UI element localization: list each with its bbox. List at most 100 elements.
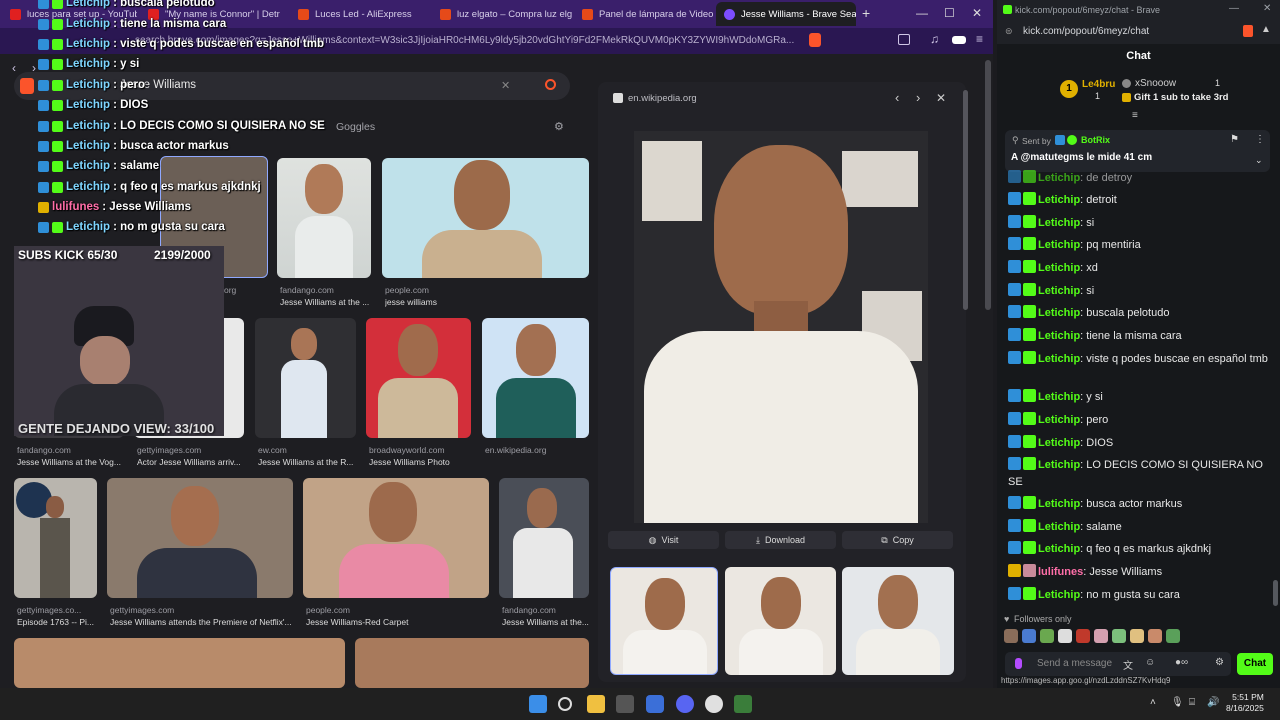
result-thumb[interactable] bbox=[14, 478, 97, 598]
clear-search-icon[interactable]: ✕ bbox=[501, 79, 510, 92]
media-icon[interactable]: ♫ bbox=[930, 32, 939, 46]
system-clock[interactable]: 5:51 PM 8/16/2025 bbox=[1226, 692, 1264, 714]
tray-chevron-icon[interactable]: ˄ bbox=[1150, 697, 1156, 708]
emote-icon[interactable] bbox=[1130, 629, 1144, 643]
preview-scrollbar[interactable] bbox=[963, 90, 968, 310]
badge-icon bbox=[1008, 389, 1021, 402]
more-options-icon[interactable]: ⋮ bbox=[1255, 134, 1265, 145]
unpin-icon[interactable]: ⚑ bbox=[1230, 134, 1239, 145]
result-thumb[interactable] bbox=[366, 318, 471, 438]
close-window-icon[interactable]: ✕ bbox=[1263, 3, 1271, 14]
result-thumb[interactable] bbox=[355, 638, 589, 688]
store-icon[interactable] bbox=[616, 695, 634, 713]
emote-icon[interactable] bbox=[1004, 629, 1018, 643]
search-icon[interactable] bbox=[545, 79, 556, 90]
emote-icon[interactable] bbox=[1040, 629, 1054, 643]
related-thumb[interactable] bbox=[610, 567, 718, 675]
vscode-icon[interactable] bbox=[646, 695, 664, 713]
microphone-icon[interactable]: 🎙 bbox=[1171, 697, 1184, 708]
pin-icon: ⚲ bbox=[1012, 135, 1019, 145]
result-thumb[interactable] bbox=[382, 158, 589, 278]
brave-logo-icon[interactable] bbox=[20, 78, 34, 94]
close-preview-icon[interactable]: ✕ bbox=[936, 91, 946, 105]
brave-search-icon bbox=[724, 8, 735, 20]
related-thumb[interactable] bbox=[725, 567, 836, 675]
overlay-message: Letichip: busca actor markus bbox=[38, 140, 229, 152]
result-thumb[interactable] bbox=[255, 318, 356, 438]
warning-icon[interactable]: ▲ bbox=[1261, 24, 1271, 35]
emote-icon[interactable] bbox=[1076, 629, 1090, 643]
result-source: gettyimages.com bbox=[110, 605, 175, 615]
page-scrollbar[interactable] bbox=[985, 60, 991, 310]
copy-button[interactable]: ⧉ Copy bbox=[842, 531, 953, 549]
chat-message: Letichip: viste q podes buscae en españo… bbox=[1008, 351, 1270, 368]
expand-leaderboard-icon[interactable]: ≡ bbox=[1132, 110, 1138, 121]
badge-icon bbox=[38, 140, 49, 152]
close-window-icon[interactable]: ✕ bbox=[972, 6, 982, 20]
tab-aliexpress-panel[interactable]: Panel de lámpara de Video Le bbox=[574, 2, 714, 26]
gift-sub-prompt[interactable]: Gift 1 sub to take 3rd bbox=[1134, 92, 1229, 103]
sidebar-icon[interactable] bbox=[898, 34, 910, 45]
badge-icon bbox=[1008, 237, 1021, 250]
preview-source[interactable]: en.wikipedia.org bbox=[628, 93, 697, 104]
vpn-icon[interactable] bbox=[952, 36, 966, 44]
chat-scrollbar[interactable] bbox=[1273, 580, 1278, 606]
preview-image[interactable] bbox=[634, 131, 928, 523]
minimize-icon[interactable]: — bbox=[916, 6, 928, 20]
network-icon[interactable]: ⌸ bbox=[1189, 697, 1195, 708]
search-icon[interactable] bbox=[558, 697, 572, 711]
brave-shields-icon[interactable] bbox=[809, 33, 821, 47]
result-thumb[interactable] bbox=[303, 478, 489, 598]
next-image-icon[interactable]: › bbox=[916, 90, 920, 105]
badge-icon bbox=[1008, 283, 1021, 296]
volume-icon[interactable]: 🔊 bbox=[1207, 697, 1219, 708]
maximize-icon[interactable]: ☐ bbox=[944, 6, 955, 20]
emote-bar bbox=[1004, 629, 1194, 645]
emote-icon[interactable] bbox=[1112, 629, 1126, 643]
result-thumb[interactable] bbox=[499, 478, 589, 598]
settings-icon[interactable]: ⚙ bbox=[1215, 657, 1224, 668]
quick-emote-icon[interactable]: ●∞ bbox=[1175, 657, 1188, 668]
subs-goal-label: SUBS KICK 65/30 bbox=[18, 248, 118, 262]
result-thumb[interactable] bbox=[14, 638, 345, 688]
minimize-icon[interactable]: — bbox=[1229, 3, 1239, 14]
prev-image-icon[interactable]: ‹ bbox=[895, 90, 899, 105]
chat-message: Letichip: pq mentiria bbox=[1008, 237, 1270, 254]
emote-icon[interactable] bbox=[1148, 629, 1162, 643]
emoji-icon[interactable]: ☺ bbox=[1145, 657, 1155, 668]
chat-message-input[interactable]: Send a message 文 ☺ ●∞ ⚙ bbox=[1005, 652, 1231, 676]
emote-icon[interactable] bbox=[1166, 629, 1180, 643]
result-source: fandango.com bbox=[280, 285, 334, 295]
result-caption: jesse williams bbox=[385, 297, 437, 307]
visit-button[interactable]: ◍ Visit bbox=[608, 531, 719, 549]
emote-icon[interactable] bbox=[1022, 629, 1036, 643]
start-icon[interactable] bbox=[529, 695, 547, 713]
chat-message: Letichip: buscala pelotudo bbox=[1008, 305, 1270, 322]
leader-1-name[interactable]: Le4bru bbox=[1082, 79, 1115, 90]
send-chat-button[interactable]: Chat bbox=[1237, 653, 1273, 675]
result-thumb[interactable] bbox=[107, 478, 293, 598]
app-icon[interactable] bbox=[734, 695, 752, 713]
tab-jesse-williams[interactable]: Jesse Williams - Brave Sea✕ bbox=[716, 2, 856, 26]
download-button[interactable]: ⤓ Download bbox=[725, 531, 836, 549]
menu-icon[interactable]: ≡ bbox=[976, 32, 983, 46]
leader-2-name[interactable]: xSnooow bbox=[1135, 78, 1176, 89]
kick-address-bar[interactable]: ⊜ kick.com/popout/6meyz/chat ▲ bbox=[997, 20, 1280, 44]
tab-aliexpress-elgato[interactable]: luz elgato – Compra luz elgato bbox=[432, 2, 572, 26]
site-info-icon[interactable]: ⊜ bbox=[1005, 26, 1013, 37]
back-icon[interactable]: ‹ bbox=[12, 61, 16, 75]
filter-icon[interactable]: ⚙ bbox=[554, 120, 564, 133]
brave-shields-icon[interactable] bbox=[1243, 25, 1253, 37]
mic-icon[interactable] bbox=[1015, 658, 1022, 669]
file-explorer-icon[interactable] bbox=[587, 695, 605, 713]
emote-icon[interactable] bbox=[1094, 629, 1108, 643]
discord-icon[interactable] bbox=[676, 695, 694, 713]
obs-icon[interactable] bbox=[705, 695, 723, 713]
result-thumb[interactable] bbox=[482, 318, 589, 438]
chevron-down-icon[interactable]: ⌄ bbox=[1255, 155, 1263, 166]
new-tab-icon[interactable]: + bbox=[862, 5, 870, 21]
translate-icon[interactable]: 文 bbox=[1123, 657, 1133, 672]
related-thumb[interactable] bbox=[842, 567, 954, 675]
result-caption: Jesse Williams at the R... bbox=[258, 457, 354, 467]
emote-icon[interactable] bbox=[1058, 629, 1072, 643]
